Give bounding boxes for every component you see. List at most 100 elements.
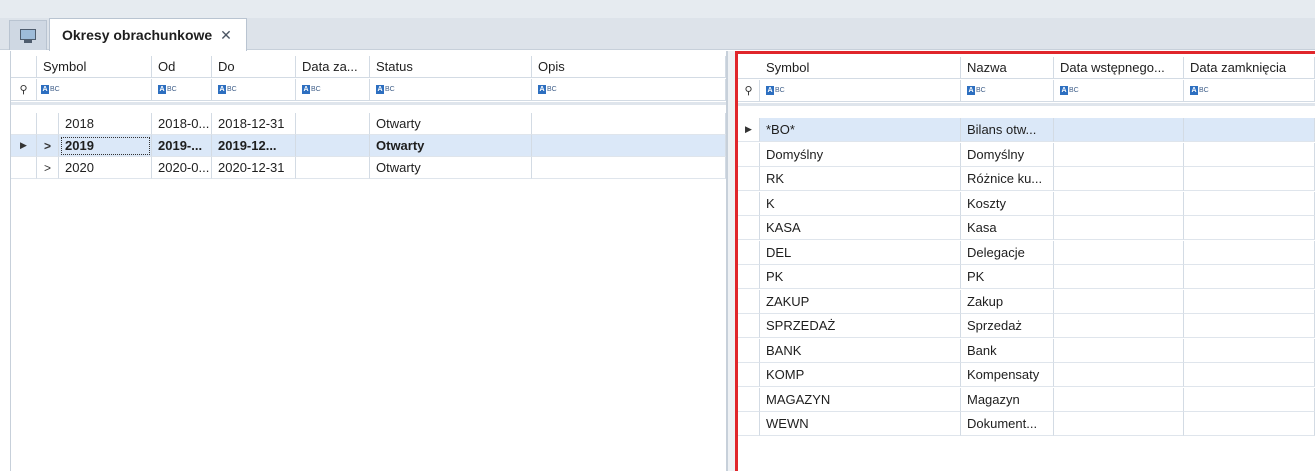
cell-symbol[interactable]: 2018 <box>59 113 152 135</box>
cell-nazwa[interactable]: Zakup <box>961 289 1054 314</box>
cell-data_za[interactable] <box>296 135 370 157</box>
cell-status[interactable]: Otwarty <box>370 157 532 179</box>
column-header-symbol[interactable]: Symbol <box>738 57 961 79</box>
cell-date[interactable] <box>1184 142 1315 167</box>
cell-date[interactable] <box>1184 363 1315 387</box>
table-row[interactable]: Domyślny Domyślny <box>738 142 1315 167</box>
cell-date[interactable] <box>1054 191 1184 216</box>
cell-opis[interactable] <box>532 135 726 157</box>
filter-cell[interactable]: A BC <box>152 79 212 101</box>
table-row[interactable]: KOMP Kompensaty <box>738 363 1315 387</box>
cell-opis[interactable] <box>532 113 726 135</box>
table-row[interactable]: ZAKUP Zakup <box>738 289 1315 314</box>
filter-cell[interactable]: A BC <box>212 79 296 101</box>
cell-symbol[interactable]: 2020 <box>59 157 152 179</box>
table-row[interactable]: DEL Delegacje <box>738 240 1315 265</box>
row-indicator[interactable] <box>738 289 760 314</box>
cell-date[interactable] <box>1184 167 1315 191</box>
filter-cell[interactable]: A BC <box>760 80 961 102</box>
cell-do[interactable]: 2018-12-31 <box>212 113 296 135</box>
cell-nazwa[interactable]: Koszty <box>961 191 1054 216</box>
filter-cell[interactable]: A BC <box>370 79 532 101</box>
cell-symbol[interactable]: KASA <box>760 216 961 240</box>
cell-symbol[interactable]: *BO* <box>760 118 961 142</box>
cell-symbol[interactable]: SPRZEDAŻ <box>760 314 961 338</box>
row-indicator[interactable] <box>738 191 760 216</box>
cell-od[interactable]: 2019-... <box>152 135 212 157</box>
cell-data_za[interactable] <box>296 157 370 179</box>
cell-status[interactable]: Otwarty <box>370 113 532 135</box>
table-row[interactable]: 2018 2018-0... 2018-12-31 Otwarty <box>11 113 726 135</box>
cell-symbol[interactable]: KOMP <box>760 363 961 387</box>
row-indicator[interactable] <box>738 338 760 363</box>
row-indicator[interactable] <box>738 265 760 289</box>
cell-symbol[interactable]: ZAKUP <box>760 289 961 314</box>
cell-date[interactable] <box>1184 191 1315 216</box>
row-indicator[interactable]: ▶ <box>738 118 760 142</box>
cell-date[interactable] <box>1054 338 1184 363</box>
filter-cell[interactable]: A BC <box>532 79 726 101</box>
table-row[interactable]: MAGAZYN Magazyn <box>738 387 1315 412</box>
row-indicator[interactable] <box>738 314 760 338</box>
cell-nazwa[interactable]: Kompensaty <box>961 363 1054 387</box>
cell-date[interactable] <box>1054 412 1184 436</box>
cell-date[interactable] <box>1184 289 1315 314</box>
cell-nazwa[interactable]: Sprzedaż <box>961 314 1054 338</box>
cell-nazwa[interactable]: Dokument... <box>961 412 1054 436</box>
cell-date[interactable] <box>1054 240 1184 265</box>
cell-symbol[interactable]: Domyślny <box>760 142 961 167</box>
table-row[interactable]: BANK Bank <box>738 338 1315 363</box>
cell-date[interactable] <box>1054 265 1184 289</box>
expand-chevron-icon[interactable] <box>37 113 59 135</box>
row-indicator[interactable] <box>738 142 760 167</box>
row-indicator[interactable] <box>738 387 760 412</box>
cell-data_za[interactable] <box>296 113 370 135</box>
cell-date[interactable] <box>1184 118 1315 142</box>
table-row[interactable]: PK PK <box>738 265 1315 289</box>
cell-nazwa[interactable]: Domyślny <box>961 142 1054 167</box>
close-icon[interactable]: ✕ <box>220 27 232 44</box>
filter-cell[interactable]: A BC <box>1054 80 1184 102</box>
tab-okresy-obrachunkowe[interactable]: Okresy obrachunkowe ✕ <box>49 18 247 51</box>
column-header-nazwa[interactable]: Nazwa <box>961 57 1054 79</box>
filter-cell[interactable]: A BC <box>296 79 370 101</box>
filter-cell[interactable]: A BC <box>1184 80 1315 102</box>
cell-symbol[interactable]: K <box>760 191 961 216</box>
row-indicator[interactable] <box>738 216 760 240</box>
cell-date[interactable] <box>1054 363 1184 387</box>
cell-nazwa[interactable]: PK <box>961 265 1054 289</box>
cell-date[interactable] <box>1184 387 1315 412</box>
table-row[interactable]: KASA Kasa <box>738 216 1315 240</box>
row-indicator[interactable]: ▶ <box>11 135 37 157</box>
cell-nazwa[interactable]: Różnice ku... <box>961 167 1054 191</box>
cell-date[interactable] <box>1054 216 1184 240</box>
cell-date[interactable] <box>1184 216 1315 240</box>
table-row[interactable]: K Koszty <box>738 191 1315 216</box>
cell-date[interactable] <box>1184 338 1315 363</box>
home-tab[interactable] <box>9 20 47 50</box>
filter-cell[interactable]: A BC <box>961 80 1054 102</box>
cell-date[interactable] <box>1054 289 1184 314</box>
cell-do[interactable]: 2020-12-31 <box>212 157 296 179</box>
column-header-do[interactable]: Do <box>212 56 296 78</box>
column-header-symbol[interactable]: Symbol <box>37 56 152 78</box>
cell-date[interactable] <box>1054 118 1184 142</box>
cell-nazwa[interactable]: Magazyn <box>961 387 1054 412</box>
cell-nazwa[interactable]: Delegacje <box>961 240 1054 265</box>
cell-symbol[interactable]: RK <box>760 167 961 191</box>
row-indicator[interactable] <box>738 412 760 436</box>
cell-date[interactable] <box>1054 167 1184 191</box>
cell-od[interactable]: 2020-0... <box>152 157 212 179</box>
column-header-opis[interactable]: Opis <box>532 56 726 78</box>
table-row[interactable]: RK Różnice ku... <box>738 167 1315 191</box>
cell-date[interactable] <box>1054 387 1184 412</box>
row-indicator[interactable] <box>11 157 37 179</box>
table-row[interactable]: SPRZEDAŻ Sprzedaż <box>738 314 1315 338</box>
cell-date[interactable] <box>1054 142 1184 167</box>
cell-date[interactable] <box>1184 265 1315 289</box>
table-row[interactable]: >2020 2020-0... 2020-12-31 Otwarty <box>11 157 726 179</box>
cell-symbol[interactable]: 2019 <box>59 135 152 157</box>
column-header-od[interactable]: Od <box>152 56 212 78</box>
table-row[interactable]: WEWN Dokument... <box>738 412 1315 436</box>
cell-date[interactable] <box>1184 240 1315 265</box>
